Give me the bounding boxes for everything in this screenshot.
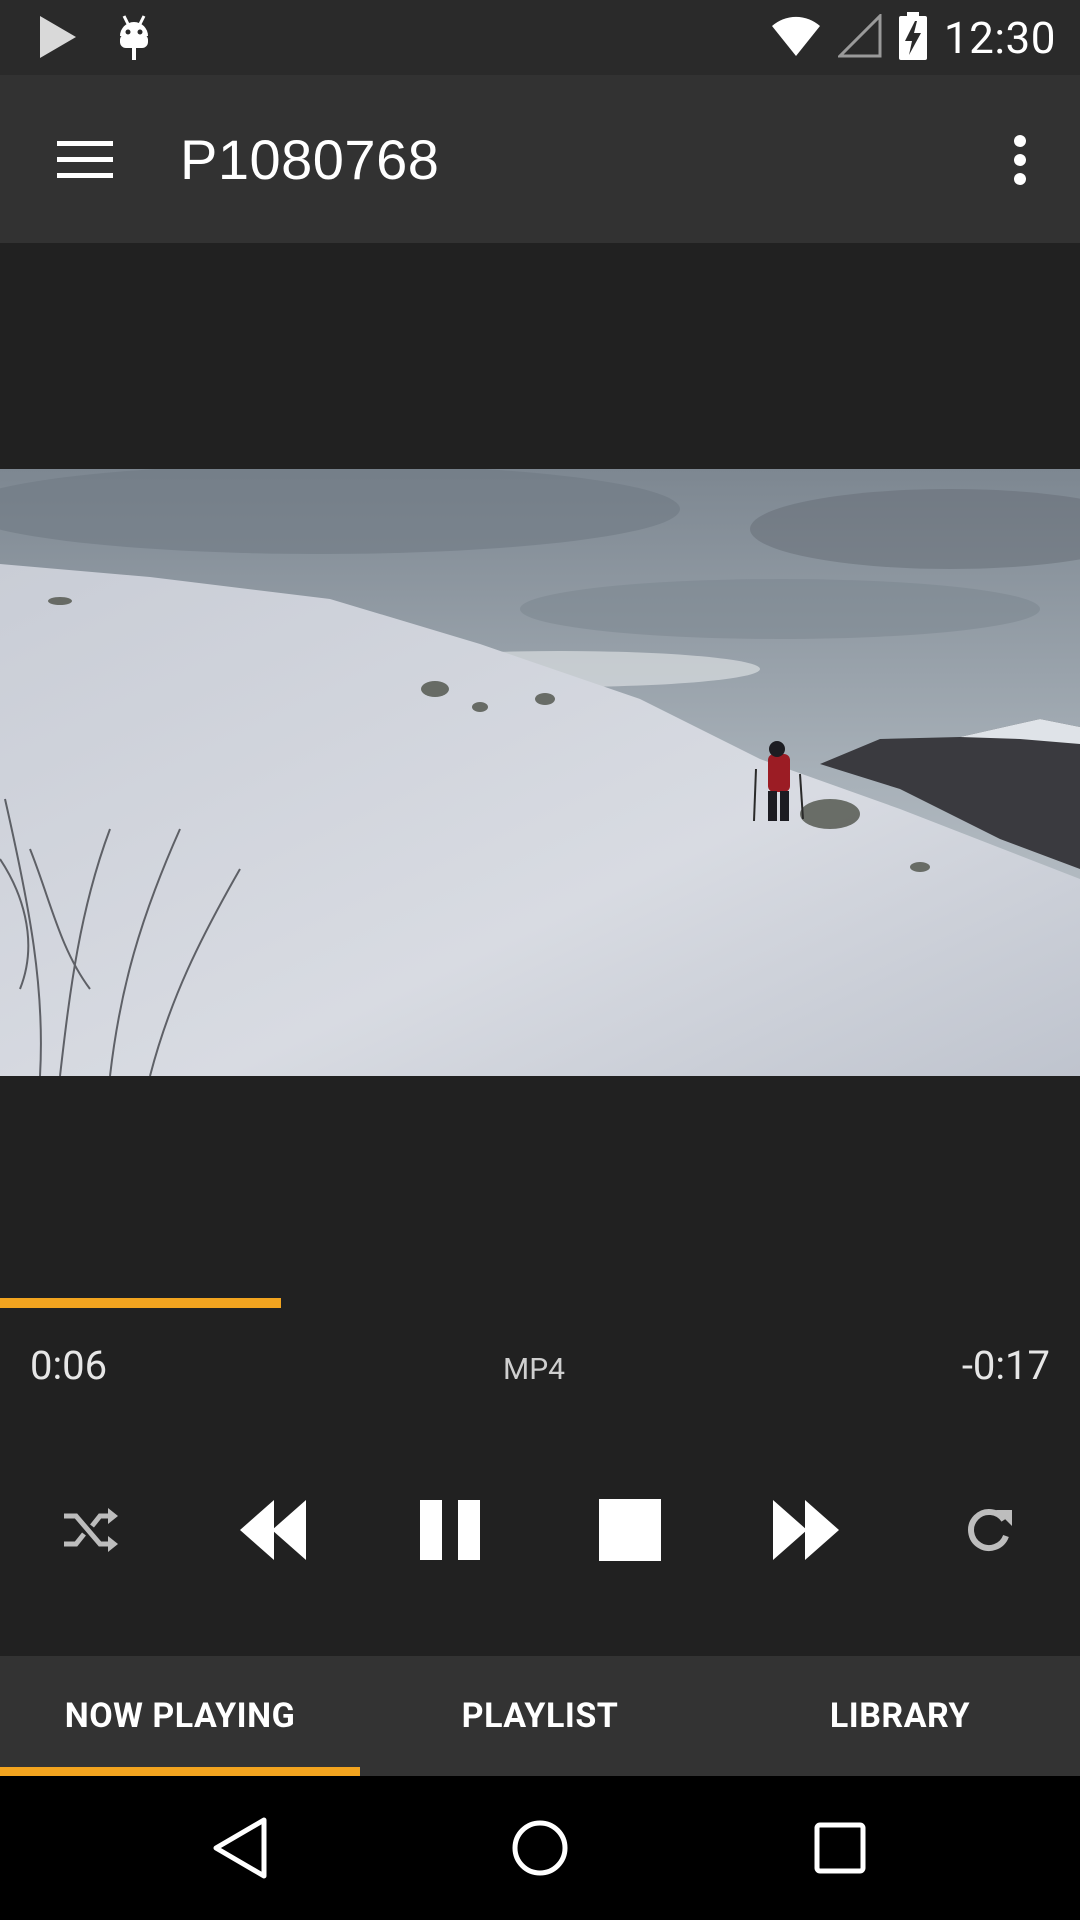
tab-library[interactable]: LIBRARY	[720, 1656, 1080, 1776]
fast-forward-icon	[773, 1500, 839, 1560]
video-surface[interactable]	[0, 469, 1080, 1076]
battery-charging-icon	[898, 11, 928, 65]
rewind-button[interactable]	[222, 1480, 322, 1580]
home-icon	[512, 1820, 568, 1876]
remaining-time: -0:17	[961, 1342, 1050, 1389]
playback-controls	[0, 1480, 1080, 1580]
tab-label: PLAYLIST	[461, 1696, 619, 1736]
fast-forward-button[interactable]	[757, 1480, 857, 1580]
recents-icon	[814, 1822, 866, 1874]
shuffle-button[interactable]	[40, 1480, 140, 1580]
more-vert-icon	[1014, 135, 1026, 185]
stop-button[interactable]	[580, 1480, 680, 1580]
tab-label: NOW PLAYING	[64, 1696, 296, 1736]
repeat-icon	[968, 1509, 1012, 1551]
tab-bar: NOW PLAYING PLAYLIST LIBRARY	[0, 1656, 1080, 1776]
tab-selected-indicator	[0, 1767, 360, 1776]
video-frame	[0, 469, 1080, 1076]
app-bar: P1080768	[0, 75, 1080, 243]
pause-icon	[420, 1500, 480, 1560]
android-debug-icon	[114, 12, 154, 66]
home-button[interactable]	[490, 1798, 590, 1898]
status-bar: 12:30	[0, 0, 1080, 75]
media-format: MP4	[503, 1352, 565, 1387]
back-icon	[213, 1817, 267, 1879]
seek-bar[interactable]	[0, 1298, 1080, 1308]
tab-now-playing[interactable]: NOW PLAYING	[0, 1656, 360, 1776]
tab-label: LIBRARY	[829, 1696, 971, 1736]
overflow-menu-button[interactable]	[990, 120, 1050, 200]
cell-signal-icon	[836, 12, 882, 62]
repeat-button[interactable]	[940, 1480, 1040, 1580]
hamburger-menu-icon	[57, 141, 113, 178]
rewind-icon	[240, 1500, 306, 1560]
seek-bar-progress	[0, 1298, 281, 1308]
recents-button[interactable]	[790, 1798, 890, 1898]
hamburger-menu-button[interactable]	[40, 125, 130, 195]
wifi-icon	[770, 14, 822, 62]
tab-playlist[interactable]: PLAYLIST	[360, 1656, 720, 1776]
shuffle-icon	[64, 1508, 118, 1552]
system-nav-bar	[0, 1776, 1080, 1920]
page-title: P1080768	[180, 128, 440, 191]
back-button[interactable]	[190, 1798, 290, 1898]
elapsed-time: 0:06	[30, 1342, 108, 1389]
status-clock: 12:30	[943, 12, 1056, 64]
play-notification-icon	[36, 12, 78, 66]
stop-icon	[599, 1499, 661, 1561]
pause-button[interactable]	[400, 1480, 500, 1580]
